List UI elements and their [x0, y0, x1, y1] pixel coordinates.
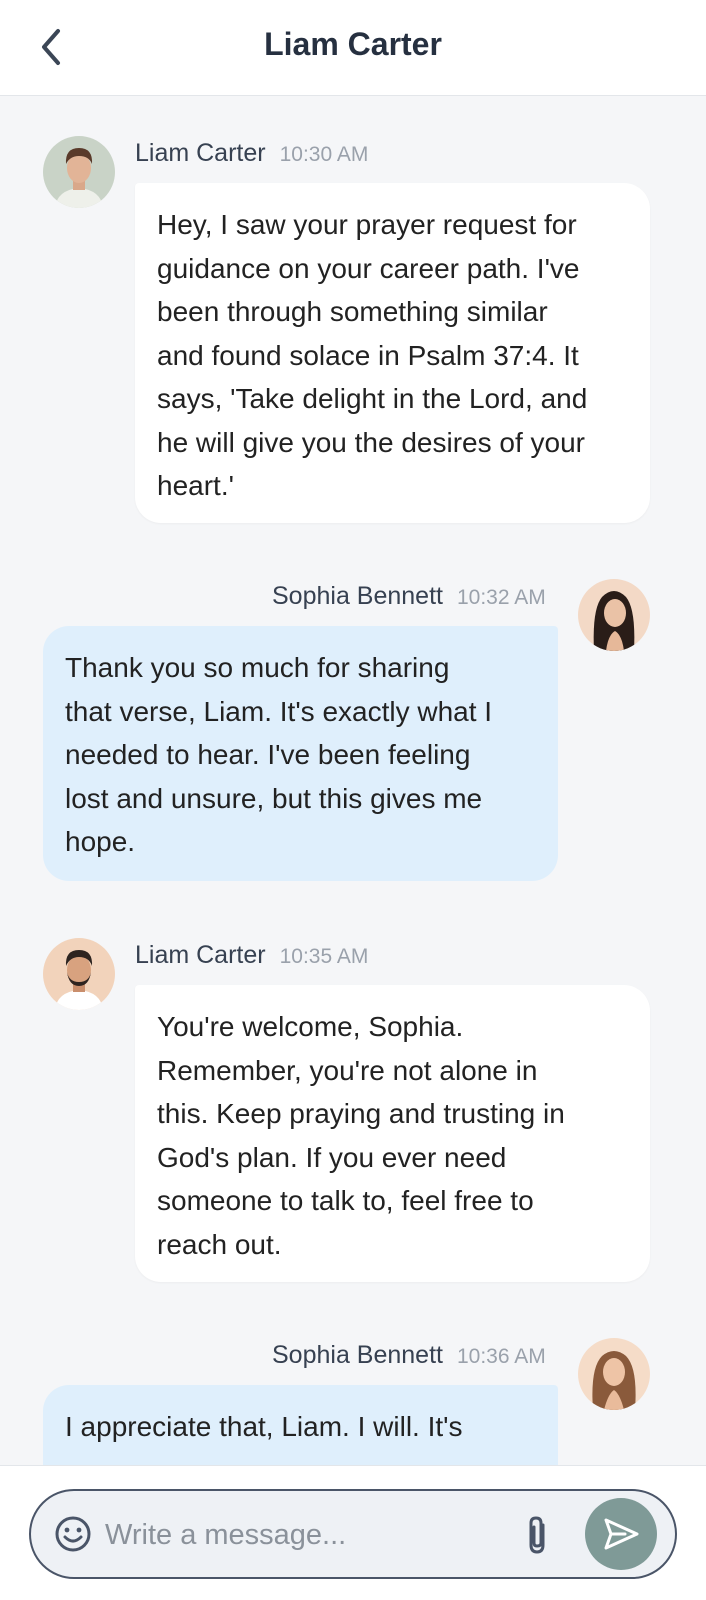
avatar[interactable]: [43, 136, 115, 208]
avatar[interactable]: [578, 1338, 650, 1410]
message-bubble-incoming: You're welcome, Sophia. Remember, you're…: [135, 985, 650, 1282]
send-icon: [604, 1518, 639, 1550]
paperclip-icon: [529, 1516, 545, 1554]
message-bubble-outgoing: I appreciate that, Liam. I will. It's: [43, 1385, 558, 1465]
composer-bar: [0, 1465, 706, 1600]
avatar-liam-image: [43, 136, 115, 208]
avatar-sophia-image: [578, 1338, 650, 1410]
avatar-sophia-image: [578, 579, 650, 651]
message-meta: Liam Carter 10:35 AM: [135, 941, 368, 975]
message-meta: Sophia Bennett 10:36 AM: [272, 1341, 546, 1375]
avatar-liam-image: [43, 938, 115, 1010]
message-input[interactable]: [103, 1509, 503, 1561]
message-bubble-outgoing: Thank you so much for sharing that verse…: [43, 626, 558, 881]
emoji-icon: [55, 1516, 91, 1552]
sender-name: Sophia Bennett: [272, 582, 443, 610]
sender-name: Liam Carter: [135, 139, 266, 167]
message-list[interactable]: Liam Carter 10:30 AM Hey, I saw your pra…: [0, 97, 706, 1465]
message-time: 10:30 AM: [279, 143, 369, 166]
message-composer: [29, 1489, 677, 1579]
chat-header: Liam Carter: [0, 0, 706, 96]
message-time: 10:32 AM: [456, 586, 546, 609]
message-time: 10:36 AM: [456, 1345, 546, 1368]
sender-name: Liam Carter: [135, 941, 266, 969]
page-title: Liam Carter: [264, 26, 442, 62]
message-meta: Liam Carter 10:30 AM: [135, 139, 368, 173]
sender-name: Sophia Bennett: [272, 1341, 443, 1369]
attach-button[interactable]: [521, 1513, 555, 1557]
message-time: 10:35 AM: [279, 945, 369, 968]
avatar[interactable]: [43, 938, 115, 1010]
message-meta: Sophia Bennett 10:32 AM: [272, 582, 546, 616]
send-button[interactable]: [585, 1498, 657, 1570]
message-bubble-incoming: Hey, I saw your prayer request for guida…: [135, 183, 650, 523]
emoji-button[interactable]: [53, 1514, 93, 1554]
avatar[interactable]: [578, 579, 650, 651]
